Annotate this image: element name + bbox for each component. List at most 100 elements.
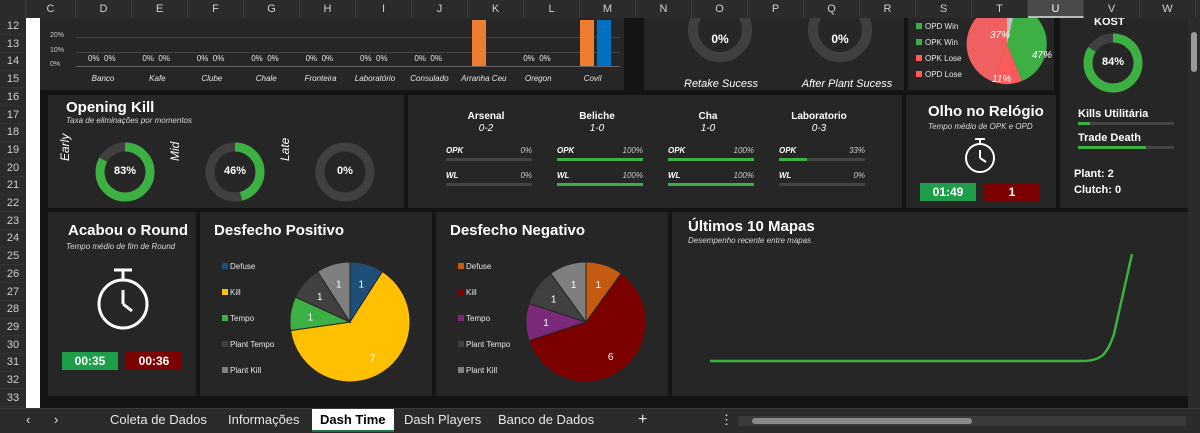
row-header-14[interactable]: 14 (0, 53, 26, 71)
tab-banco-de-dados[interactable]: Banco de Dados (490, 409, 602, 432)
opk-bar-fill (557, 158, 643, 161)
map-category-label: Clube (201, 74, 223, 83)
map-name: Cha (698, 111, 718, 122)
tab-options-icon[interactable]: ⋮ (712, 409, 741, 432)
legend-swatch (458, 289, 464, 295)
legend-label: OPK Win (925, 38, 958, 47)
column-header-w[interactable]: W (1140, 0, 1196, 18)
after-plant-label: After Plant Sucess (801, 78, 893, 90)
legend-swatch (458, 263, 464, 269)
column-header-h[interactable]: H (300, 0, 356, 18)
column-header-e[interactable]: E (132, 0, 188, 18)
map-value-b: 0% (430, 54, 442, 63)
select-all-corner[interactable] (0, 0, 26, 18)
map-value-a: 0% (360, 54, 372, 63)
row-header-26[interactable]: 26 (0, 266, 26, 284)
column-header-n[interactable]: N (636, 0, 692, 18)
opening-kill-phase-label: Mid (168, 141, 182, 161)
row-header-20[interactable]: 20 (0, 160, 26, 177)
column-header-r[interactable]: R (860, 0, 916, 18)
vertical-scroll-thumb[interactable] (1191, 32, 1197, 72)
row-header-15[interactable]: 15 (0, 71, 26, 89)
row-header-12[interactable]: 12 (0, 18, 26, 36)
column-header-l[interactable]: L (524, 0, 580, 18)
olho-relogio-panel: Olho no Relógio Tempo médio de OPK e OPD… (906, 95, 1056, 208)
opd-legend-item: OPD Win (916, 22, 958, 31)
legend-swatch (916, 71, 922, 77)
column-header-c[interactable]: C (26, 0, 76, 18)
map-category-label: Fronteira (304, 74, 337, 83)
tab-dash-players[interactable]: Dash Players (396, 409, 489, 432)
column-header-d[interactable]: D (76, 0, 132, 18)
row-header-13[interactable]: 13 (0, 36, 26, 54)
desfecho-negativo-title: Desfecho Negativo (450, 222, 586, 239)
row-header-30[interactable]: 30 (0, 337, 26, 354)
opening-kill-value: 0% (337, 165, 353, 177)
horizontal-scrollbar[interactable] (738, 416, 1186, 426)
pie-slice-label: 1 (317, 292, 323, 303)
opening-kill-value: 83% (113, 165, 137, 177)
opk-time-badge: 01:49 (920, 183, 976, 201)
map-value-b: 0% (104, 54, 116, 63)
column-c-cells[interactable] (26, 18, 40, 408)
column-header-p[interactable]: P (748, 0, 804, 18)
row-header-21[interactable]: 21 (0, 177, 26, 195)
legend-label: OPD Win (925, 22, 959, 31)
map-score: 1-0 (700, 123, 716, 134)
row-header-24[interactable]: 24 (0, 230, 26, 248)
column-header-v[interactable]: V (1084, 0, 1140, 18)
map-name: Laboratorio (791, 111, 847, 122)
row-header-23[interactable]: 23 (0, 213, 26, 231)
horizontal-scroll-thumb[interactable] (752, 418, 972, 424)
legend-swatch (222, 341, 228, 347)
legend-label: Kill (230, 288, 241, 297)
row-header-18[interactable]: 18 (0, 124, 26, 142)
add-sheet-button[interactable]: + (630, 409, 655, 432)
row-header-33[interactable]: 33 (0, 390, 26, 408)
column-header-m[interactable]: M (580, 0, 636, 18)
legend-swatch (222, 367, 228, 373)
stopwatch-icon (965, 138, 995, 173)
tab-coleta-de-dados[interactable]: Coleta de Dados (102, 409, 215, 432)
column-header-o[interactable]: O (692, 0, 748, 18)
wl-label: WL (668, 171, 681, 180)
row-header-17[interactable]: 17 (0, 107, 26, 124)
acabou-subtitle: Tempo médio de fim de Round (66, 242, 176, 251)
column-header-f[interactable]: F (188, 0, 244, 18)
row-header-22[interactable]: 22 (0, 195, 26, 213)
legend-label: Plant Kill (466, 366, 498, 375)
column-header-t[interactable]: T (972, 0, 1028, 18)
column-header-q[interactable]: Q (804, 0, 860, 18)
row-header-31[interactable]: 31 (0, 354, 26, 372)
legend-label: Tempo (230, 314, 255, 323)
desfecho-positivo-title: Desfecho Positivo (214, 222, 345, 239)
column-header-j[interactable]: J (412, 0, 468, 18)
vertical-scrollbar[interactable] (1188, 18, 1200, 408)
row-header-28[interactable]: 28 (0, 301, 26, 319)
legend-label: OPK Lose (925, 54, 962, 63)
row-header-27[interactable]: 27 (0, 284, 26, 301)
legend-label: Defuse (230, 262, 256, 271)
map-value-b: 0% (267, 54, 279, 63)
column-header-s[interactable]: S (916, 0, 972, 18)
row-header-32[interactable]: 32 (0, 372, 26, 390)
tab-scroll-right[interactable]: › (46, 409, 66, 432)
opk-value: 100% (622, 146, 643, 155)
row-header-16[interactable]: 16 (0, 89, 26, 107)
tab-dash-time[interactable]: Dash Time (312, 409, 394, 432)
opk-value: 100% (733, 146, 754, 155)
tab-informacoes[interactable]: Informações (220, 409, 308, 432)
map-name: Beliche (579, 111, 615, 122)
column-header-k[interactable]: K (468, 0, 524, 18)
row-header-29[interactable]: 29 (0, 319, 26, 337)
tab-scroll-left[interactable]: ‹ (18, 409, 38, 432)
column-header-i[interactable]: I (356, 0, 412, 18)
column-header-u[interactable]: U (1028, 0, 1084, 18)
pie-legend-item: Kill (222, 288, 241, 297)
map-score: 0-2 (478, 123, 494, 134)
row-header-25[interactable]: 25 (0, 248, 26, 266)
map-category-label: Laboratório (354, 74, 396, 83)
sheet-tab-bar: ‹ › Coleta de Dados Informações Dash Tim… (0, 408, 1200, 433)
column-header-g[interactable]: G (244, 0, 300, 18)
row-header-19[interactable]: 19 (0, 142, 26, 160)
